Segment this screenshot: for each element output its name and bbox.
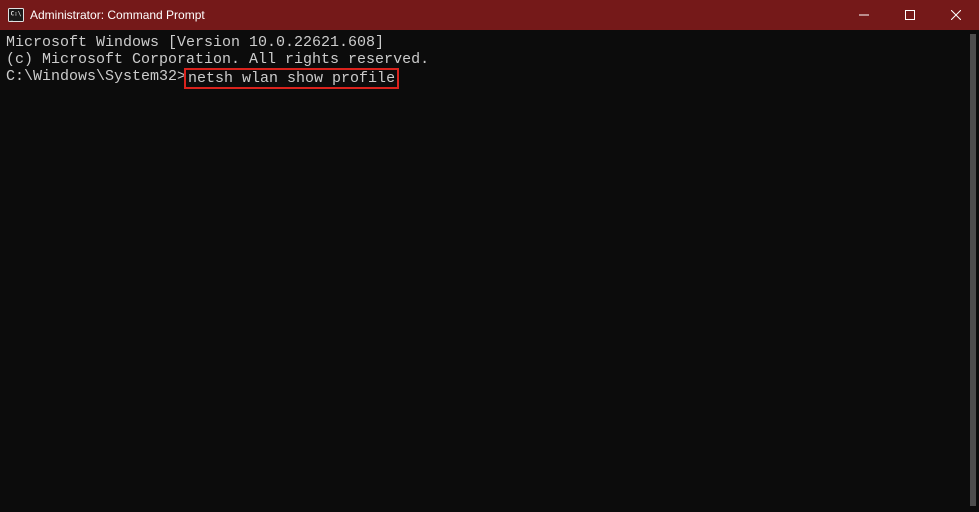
scroll-thumb[interactable]: [970, 34, 976, 506]
window-controls: [841, 0, 979, 30]
prompt-line: C:\Windows\System32>netsh wlan show prof…: [6, 68, 973, 89]
close-button[interactable]: [933, 0, 979, 30]
cmd-icon: C:\ _: [8, 7, 24, 23]
command-prompt-window: C:\ _ Administrator: Command Prompt: [0, 0, 979, 512]
maximize-button[interactable]: [887, 0, 933, 30]
terminal-area[interactable]: Microsoft Windows [Version 10.0.22621.60…: [0, 30, 979, 512]
command-text: netsh wlan show profile: [184, 68, 399, 89]
minimize-button[interactable]: [841, 0, 887, 30]
titlebar-left: C:\ _ Administrator: Command Prompt: [0, 0, 205, 30]
version-line: Microsoft Windows [Version 10.0.22621.60…: [6, 34, 973, 51]
prompt-path: C:\Windows\System32>: [6, 68, 186, 85]
copyright-line: (c) Microsoft Corporation. All rights re…: [6, 51, 973, 68]
scrollbar[interactable]: [970, 34, 976, 506]
window-title: Administrator: Command Prompt: [30, 0, 205, 30]
titlebar[interactable]: C:\ _ Administrator: Command Prompt: [0, 0, 979, 30]
